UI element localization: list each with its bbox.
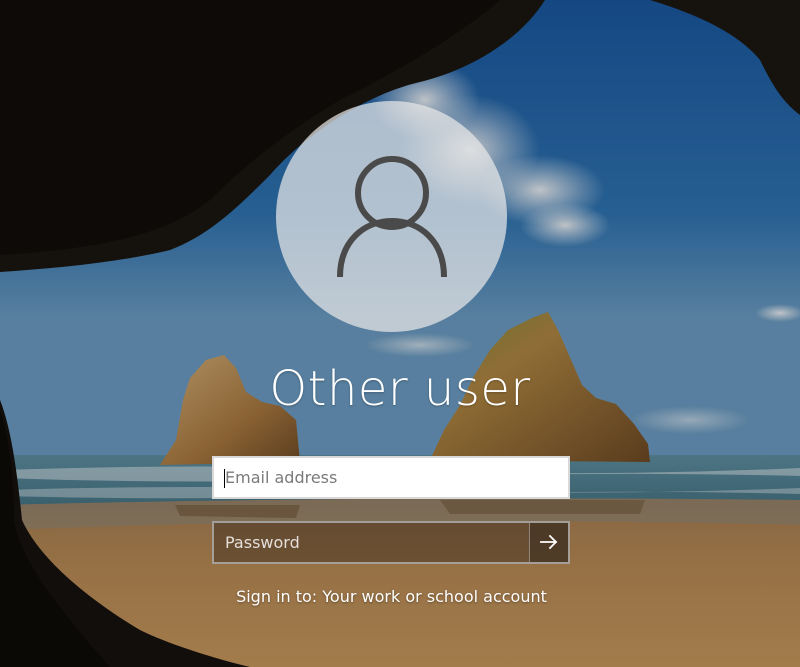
text-caret [224, 469, 225, 488]
user-silhouette-icon [337, 156, 447, 278]
email-field-container[interactable] [212, 456, 570, 499]
lock-screen: Other user Sign in to: Your work or scho… [0, 0, 800, 667]
password-input[interactable] [214, 523, 530, 562]
sign-in-target-label: Sign in to: Your work or school account [236, 587, 547, 606]
username-label: Other user [269, 361, 531, 417]
password-field-container[interactable] [212, 521, 570, 564]
user-avatar [276, 101, 507, 332]
email-input[interactable] [214, 458, 568, 497]
submit-button[interactable] [529, 523, 568, 562]
arrow-right-icon [540, 534, 558, 550]
